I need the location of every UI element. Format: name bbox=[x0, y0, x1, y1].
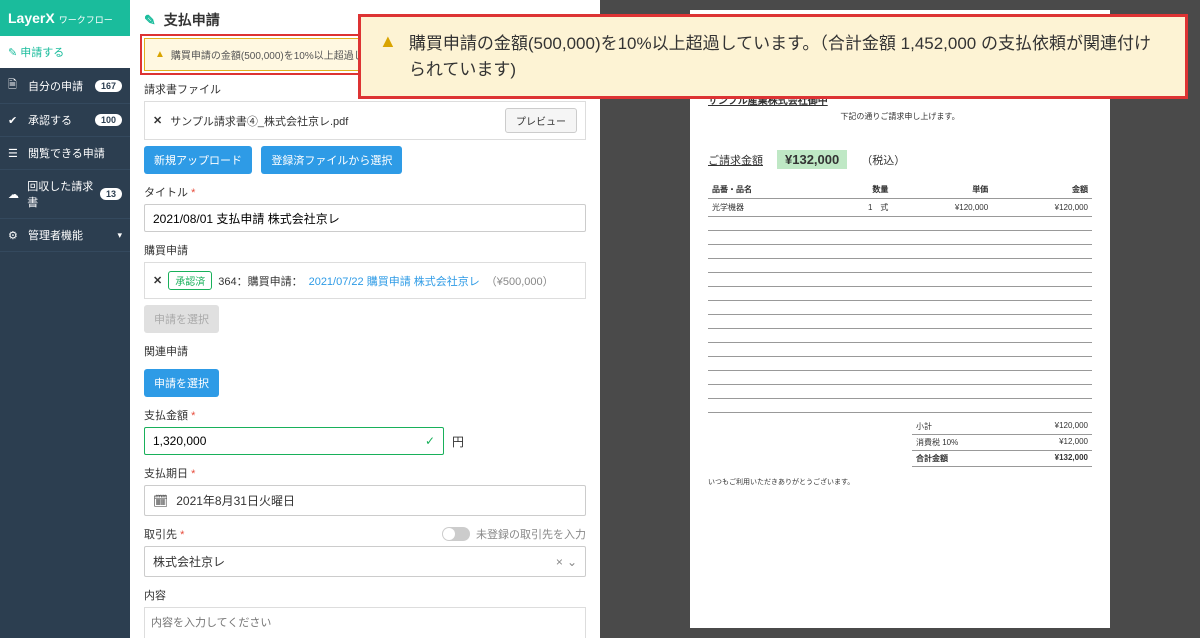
calendar-icon: 🗓 bbox=[153, 494, 168, 508]
date-input[interactable]: 🗓 2021年8月31日火曜日 bbox=[144, 485, 586, 516]
preview-button[interactable]: プレビュー bbox=[505, 108, 577, 133]
warning-icon: ▲ bbox=[379, 31, 397, 82]
select-related-button[interactable]: 申請を選択 bbox=[144, 369, 219, 397]
vendor-select[interactable]: 株式会社京レ × ⌄ bbox=[144, 546, 586, 577]
invoice-total: ご請求金額 ¥132,000 （税込） bbox=[708, 150, 1092, 169]
create-request-button[interactable]: ✎ 申請する bbox=[0, 36, 130, 68]
unregistered-vendor-toggle[interactable] bbox=[442, 527, 470, 541]
gear-icon: ⚙ bbox=[8, 229, 22, 242]
clear-icon[interactable]: × bbox=[556, 555, 563, 569]
badge: 167 bbox=[95, 80, 122, 92]
linked-purchase: ✕ 承認済 364：購買申請： 2021/07/22 購買申請 株式会社京レ （… bbox=[144, 262, 586, 299]
badge: 13 bbox=[100, 188, 122, 200]
remove-file-button[interactable]: ✕ bbox=[153, 114, 162, 127]
chevron-down-icon: ▾ bbox=[117, 230, 122, 241]
purchase-label: 購買申請 bbox=[144, 242, 586, 258]
file-attachment: ✕ サンプル請求書④_株式会社京レ.pdf プレビュー bbox=[144, 101, 586, 140]
date-label: 支払期日 * bbox=[144, 465, 586, 481]
nav-approve[interactable]: ✔ 承認する 100 bbox=[0, 104, 130, 137]
remove-link-button[interactable]: ✕ bbox=[153, 274, 162, 287]
edit-icon: ✎ bbox=[8, 47, 17, 59]
status-chip: 承認済 bbox=[168, 271, 212, 290]
select-file-button[interactable]: 登録済ファイルから選択 bbox=[261, 146, 402, 174]
vendor-label-row: 取引先 * 未登録の取引先を入力 bbox=[144, 526, 586, 542]
purchase-link[interactable]: 2021/07/22 購買申請 株式会社京レ bbox=[309, 273, 480, 289]
upload-button[interactable]: 新規アップロード bbox=[144, 146, 252, 174]
amount-label: 支払金額 * bbox=[144, 407, 586, 423]
warning-icon: ▲ bbox=[155, 49, 165, 60]
badge: 100 bbox=[95, 114, 122, 126]
file-name: サンプル請求書④_株式会社京レ.pdf bbox=[170, 113, 348, 129]
content-textarea[interactable] bbox=[144, 607, 586, 638]
nav-viewable[interactable]: ☰ 閲覧できる申請 bbox=[0, 137, 130, 170]
amount-input[interactable] bbox=[153, 434, 425, 448]
invoice-line-items: 品番・品名数量単価金額 光学機器1 式¥120,000¥120,000 bbox=[708, 181, 1092, 413]
content-label: 内容 bbox=[144, 587, 586, 603]
logo: LayerXワークフロー bbox=[0, 0, 130, 36]
related-label: 関連申請 bbox=[144, 343, 586, 359]
invoice-summary: 小計¥120,000 消費税 10%¥12,000 合計金額¥132,000 bbox=[912, 419, 1092, 467]
invoice-doc: 請求日：2021/07/01 請求番号： 請求書 株式会社京レ 〒000-000… bbox=[690, 10, 1110, 628]
title-input[interactable] bbox=[144, 204, 586, 232]
nav-collected[interactable]: ☁ 回収した請求書 13 bbox=[0, 170, 130, 219]
list-icon: ☰ bbox=[8, 147, 22, 160]
warning-callout: ▲ 購買申請の金額(500,000)を10%以上超過しています。（合計金額 1,… bbox=[358, 14, 1188, 99]
chevron-down-icon: ⌄ bbox=[567, 555, 577, 569]
cloud-icon: ☁ bbox=[8, 188, 21, 201]
title-label: タイトル * bbox=[144, 184, 586, 200]
edit-icon: ✎ bbox=[144, 12, 156, 29]
check-icon: ✓ bbox=[425, 434, 435, 448]
nav-my-requests[interactable]: 🗎 自分の申請 167 bbox=[0, 68, 130, 104]
sidebar: LayerXワークフロー ✎ 申請する 🗎 自分の申請 167 ✔ 承認する 1… bbox=[0, 0, 130, 638]
check-icon: ✔ bbox=[8, 114, 22, 127]
doc-icon: 🗎 bbox=[8, 76, 22, 95]
nav-admin[interactable]: ⚙ 管理者機能 ▾ bbox=[0, 219, 130, 252]
select-purchase-button: 申請を選択 bbox=[144, 305, 219, 333]
amount-input-wrap: ✓ bbox=[144, 427, 444, 455]
